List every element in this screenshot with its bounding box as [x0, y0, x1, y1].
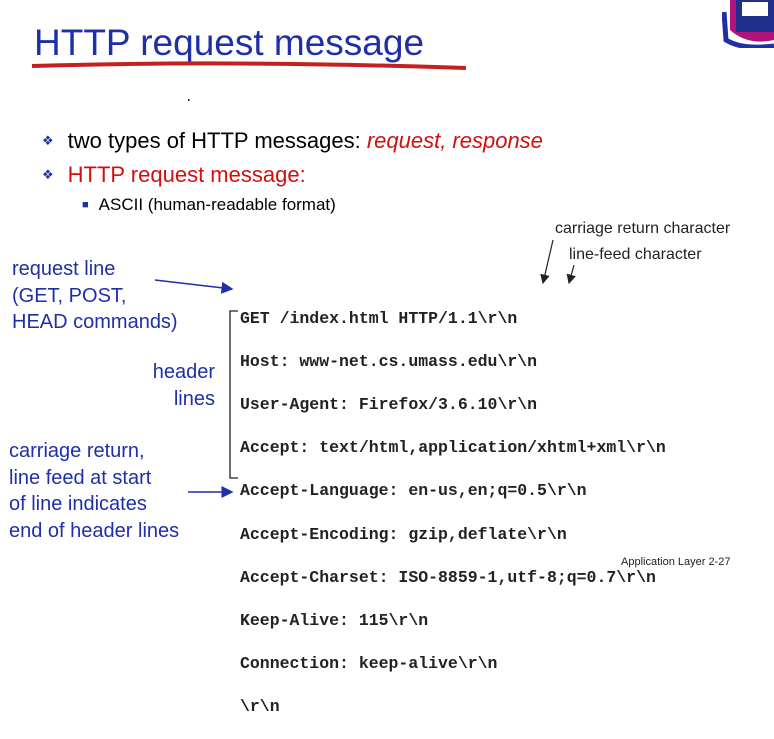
request-line-arrow	[154, 279, 234, 294]
header-line: Keep-Alive: 115\r\n	[240, 610, 429, 630]
lf-arrow	[566, 264, 576, 285]
cr-arrow	[540, 239, 554, 285]
header-line: Accept-Charset: ISO-8859-1,utf-8;q=0.7\r…	[240, 567, 656, 587]
header-line: Connection: keep-alive\r\n	[240, 654, 498, 674]
header-bracket	[229, 310, 238, 479]
end-line: \r\n	[240, 697, 280, 717]
arrows	[154, 99, 576, 498]
footer: Application Layer 2-27	[621, 556, 731, 568]
